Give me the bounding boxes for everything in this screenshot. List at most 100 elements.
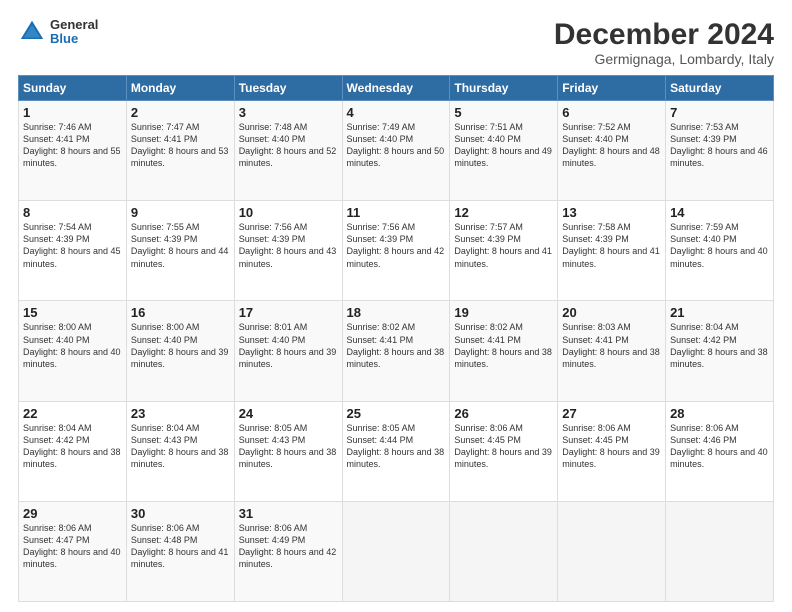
day-info: Sunrise: 7:52 AMSunset: 4:40 PMDaylight:… bbox=[562, 121, 661, 170]
table-row: 26 Sunrise: 8:06 AMSunset: 4:45 PMDaylig… bbox=[450, 401, 558, 501]
page: General Blue December 2024 Germignaga, L… bbox=[0, 0, 792, 612]
day-info: Sunrise: 7:55 AMSunset: 4:39 PMDaylight:… bbox=[131, 221, 230, 270]
day-info: Sunrise: 8:02 AMSunset: 4:41 PMDaylight:… bbox=[454, 321, 553, 370]
day-number: 6 bbox=[562, 105, 661, 120]
day-number: 25 bbox=[347, 406, 446, 421]
col-thursday: Thursday bbox=[450, 76, 558, 101]
day-info: Sunrise: 7:59 AMSunset: 4:40 PMDaylight:… bbox=[670, 221, 769, 270]
day-number: 16 bbox=[131, 305, 230, 320]
month-title: December 2024 bbox=[554, 18, 774, 51]
day-number: 3 bbox=[239, 105, 338, 120]
header-row: Sunday Monday Tuesday Wednesday Thursday… bbox=[19, 76, 774, 101]
table-row bbox=[450, 501, 558, 601]
day-info: Sunrise: 8:05 AMSunset: 4:43 PMDaylight:… bbox=[239, 422, 338, 471]
day-info: Sunrise: 7:58 AMSunset: 4:39 PMDaylight:… bbox=[562, 221, 661, 270]
day-number: 4 bbox=[347, 105, 446, 120]
day-number: 22 bbox=[23, 406, 122, 421]
table-row: 22 Sunrise: 8:04 AMSunset: 4:42 PMDaylig… bbox=[19, 401, 127, 501]
day-number: 8 bbox=[23, 205, 122, 220]
day-number: 21 bbox=[670, 305, 769, 320]
day-number: 11 bbox=[347, 205, 446, 220]
logo-icon bbox=[18, 18, 46, 46]
day-number: 19 bbox=[454, 305, 553, 320]
day-info: Sunrise: 7:53 AMSunset: 4:39 PMDaylight:… bbox=[670, 121, 769, 170]
day-number: 29 bbox=[23, 506, 122, 521]
day-info: Sunrise: 7:49 AMSunset: 4:40 PMDaylight:… bbox=[347, 121, 446, 170]
table-row: 19 Sunrise: 8:02 AMSunset: 4:41 PMDaylig… bbox=[450, 301, 558, 401]
day-info: Sunrise: 8:06 AMSunset: 4:46 PMDaylight:… bbox=[670, 422, 769, 471]
day-number: 9 bbox=[131, 205, 230, 220]
day-info: Sunrise: 8:01 AMSunset: 4:40 PMDaylight:… bbox=[239, 321, 338, 370]
col-saturday: Saturday bbox=[666, 76, 774, 101]
day-info: Sunrise: 8:00 AMSunset: 4:40 PMDaylight:… bbox=[131, 321, 230, 370]
table-row: 30 Sunrise: 8:06 AMSunset: 4:48 PMDaylig… bbox=[126, 501, 234, 601]
day-number: 13 bbox=[562, 205, 661, 220]
table-row: 28 Sunrise: 8:06 AMSunset: 4:46 PMDaylig… bbox=[666, 401, 774, 501]
table-row: 7 Sunrise: 7:53 AMSunset: 4:39 PMDayligh… bbox=[666, 101, 774, 201]
day-info: Sunrise: 8:03 AMSunset: 4:41 PMDaylight:… bbox=[562, 321, 661, 370]
calendar-table: Sunday Monday Tuesday Wednesday Thursday… bbox=[18, 75, 774, 602]
table-row bbox=[558, 501, 666, 601]
table-row: 10 Sunrise: 7:56 AMSunset: 4:39 PMDaylig… bbox=[234, 201, 342, 301]
day-number: 24 bbox=[239, 406, 338, 421]
table-row: 13 Sunrise: 7:58 AMSunset: 4:39 PMDaylig… bbox=[558, 201, 666, 301]
day-info: Sunrise: 7:47 AMSunset: 4:41 PMDaylight:… bbox=[131, 121, 230, 170]
day-number: 14 bbox=[670, 205, 769, 220]
col-friday: Friday bbox=[558, 76, 666, 101]
table-row: 31 Sunrise: 8:06 AMSunset: 4:49 PMDaylig… bbox=[234, 501, 342, 601]
day-number: 12 bbox=[454, 205, 553, 220]
table-row bbox=[342, 501, 450, 601]
day-info: Sunrise: 8:06 AMSunset: 4:45 PMDaylight:… bbox=[562, 422, 661, 471]
table-row: 20 Sunrise: 8:03 AMSunset: 4:41 PMDaylig… bbox=[558, 301, 666, 401]
table-row: 16 Sunrise: 8:00 AMSunset: 4:40 PMDaylig… bbox=[126, 301, 234, 401]
day-number: 7 bbox=[670, 105, 769, 120]
day-info: Sunrise: 7:54 AMSunset: 4:39 PMDaylight:… bbox=[23, 221, 122, 270]
day-number: 2 bbox=[131, 105, 230, 120]
table-row bbox=[666, 501, 774, 601]
table-row: 23 Sunrise: 8:04 AMSunset: 4:43 PMDaylig… bbox=[126, 401, 234, 501]
table-row: 2 Sunrise: 7:47 AMSunset: 4:41 PMDayligh… bbox=[126, 101, 234, 201]
day-info: Sunrise: 8:06 AMSunset: 4:48 PMDaylight:… bbox=[131, 522, 230, 571]
table-row: 3 Sunrise: 7:48 AMSunset: 4:40 PMDayligh… bbox=[234, 101, 342, 201]
table-row: 18 Sunrise: 8:02 AMSunset: 4:41 PMDaylig… bbox=[342, 301, 450, 401]
logo-text: General Blue bbox=[50, 18, 98, 47]
day-info: Sunrise: 8:06 AMSunset: 4:47 PMDaylight:… bbox=[23, 522, 122, 571]
day-info: Sunrise: 7:51 AMSunset: 4:40 PMDaylight:… bbox=[454, 121, 553, 170]
day-number: 5 bbox=[454, 105, 553, 120]
col-tuesday: Tuesday bbox=[234, 76, 342, 101]
day-number: 20 bbox=[562, 305, 661, 320]
day-info: Sunrise: 8:04 AMSunset: 4:43 PMDaylight:… bbox=[131, 422, 230, 471]
day-info: Sunrise: 8:05 AMSunset: 4:44 PMDaylight:… bbox=[347, 422, 446, 471]
table-row: 17 Sunrise: 8:01 AMSunset: 4:40 PMDaylig… bbox=[234, 301, 342, 401]
day-number: 28 bbox=[670, 406, 769, 421]
day-info: Sunrise: 8:04 AMSunset: 4:42 PMDaylight:… bbox=[23, 422, 122, 471]
col-sunday: Sunday bbox=[19, 76, 127, 101]
day-number: 1 bbox=[23, 105, 122, 120]
day-info: Sunrise: 7:46 AMSunset: 4:41 PMDaylight:… bbox=[23, 121, 122, 170]
table-row: 8 Sunrise: 7:54 AMSunset: 4:39 PMDayligh… bbox=[19, 201, 127, 301]
table-row: 9 Sunrise: 7:55 AMSunset: 4:39 PMDayligh… bbox=[126, 201, 234, 301]
table-row: 6 Sunrise: 7:52 AMSunset: 4:40 PMDayligh… bbox=[558, 101, 666, 201]
table-row: 11 Sunrise: 7:56 AMSunset: 4:39 PMDaylig… bbox=[342, 201, 450, 301]
day-info: Sunrise: 7:56 AMSunset: 4:39 PMDaylight:… bbox=[239, 221, 338, 270]
table-row: 21 Sunrise: 8:04 AMSunset: 4:42 PMDaylig… bbox=[666, 301, 774, 401]
day-info: Sunrise: 7:57 AMSunset: 4:39 PMDaylight:… bbox=[454, 221, 553, 270]
location-subtitle: Germignaga, Lombardy, Italy bbox=[554, 51, 774, 67]
day-number: 18 bbox=[347, 305, 446, 320]
day-info: Sunrise: 8:06 AMSunset: 4:45 PMDaylight:… bbox=[454, 422, 553, 471]
table-row: 29 Sunrise: 8:06 AMSunset: 4:47 PMDaylig… bbox=[19, 501, 127, 601]
header: General Blue December 2024 Germignaga, L… bbox=[18, 18, 774, 67]
table-row: 14 Sunrise: 7:59 AMSunset: 4:40 PMDaylig… bbox=[666, 201, 774, 301]
day-info: Sunrise: 8:06 AMSunset: 4:49 PMDaylight:… bbox=[239, 522, 338, 571]
day-number: 26 bbox=[454, 406, 553, 421]
day-info: Sunrise: 8:04 AMSunset: 4:42 PMDaylight:… bbox=[670, 321, 769, 370]
table-row: 5 Sunrise: 7:51 AMSunset: 4:40 PMDayligh… bbox=[450, 101, 558, 201]
day-info: Sunrise: 8:00 AMSunset: 4:40 PMDaylight:… bbox=[23, 321, 122, 370]
day-number: 31 bbox=[239, 506, 338, 521]
logo-line2: Blue bbox=[50, 32, 98, 46]
day-number: 17 bbox=[239, 305, 338, 320]
table-row: 1 Sunrise: 7:46 AMSunset: 4:41 PMDayligh… bbox=[19, 101, 127, 201]
col-monday: Monday bbox=[126, 76, 234, 101]
day-number: 30 bbox=[131, 506, 230, 521]
table-row: 25 Sunrise: 8:05 AMSunset: 4:44 PMDaylig… bbox=[342, 401, 450, 501]
